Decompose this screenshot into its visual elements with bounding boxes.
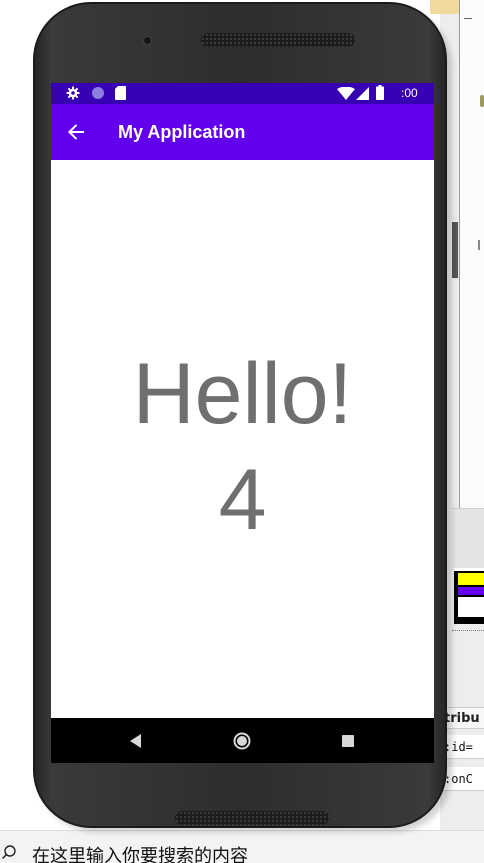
- thumbnail-content: [458, 597, 484, 617]
- nav-back-button[interactable]: [125, 730, 147, 752]
- search-icon: [2, 845, 16, 859]
- count-text: 4: [218, 452, 267, 548]
- greeting-text: Hello!: [132, 346, 353, 442]
- ide-preview-minimize-icon[interactable]: [464, 18, 472, 19]
- sdcard-icon: [115, 86, 126, 100]
- ide-preview-element: [478, 240, 484, 250]
- battery-icon: [376, 85, 384, 100]
- taskbar-search-box[interactable]: 在这里输入你要搜索的内容: [0, 830, 484, 863]
- ide-editor-tab[interactable]: [430, 0, 460, 14]
- back-arrow-icon[interactable]: [66, 122, 86, 142]
- circle-icon: [92, 87, 104, 99]
- app-title: My Application: [118, 122, 246, 142]
- main-content: Hello! 4: [51, 160, 434, 718]
- thumbnail-highlight: [458, 573, 484, 585]
- ide-design-thumbnail[interactable]: [454, 568, 484, 624]
- signal-icon: [356, 87, 369, 100]
- nav-recents-icon: [341, 734, 354, 747]
- app-bar: My Application: [51, 104, 434, 160]
- nav-back-icon: [130, 734, 141, 748]
- ide-palette-area: [452, 508, 484, 568]
- svg-text:x: x: [349, 95, 353, 101]
- nav-home-button[interactable]: [231, 730, 253, 752]
- front-camera: [143, 36, 152, 45]
- ide-preview-element: [480, 95, 484, 107]
- nav-home-icon: [233, 732, 251, 750]
- status-time: :00: [401, 86, 418, 100]
- thumbnail-app-bar: [458, 587, 484, 595]
- nav-recents-button[interactable]: [337, 730, 359, 752]
- search-placeholder[interactable]: 在这里输入你要搜索的内容: [32, 847, 248, 863]
- top-speaker-grille: [201, 33, 355, 47]
- ide-layout-preview-panel[interactable]: [459, 0, 484, 556]
- ide-scrollbar[interactable]: [452, 222, 458, 278]
- thumbnail-caption: [452, 630, 484, 634]
- bottom-speaker-grille: [175, 811, 329, 825]
- status-bar: x :00: [51, 83, 434, 104]
- phone-screen: x :00 My Application Hello! 4: [51, 83, 434, 763]
- gear-icon: [66, 86, 80, 100]
- wifi-icon: x: [337, 87, 355, 100]
- navigation-bar: [51, 718, 434, 763]
